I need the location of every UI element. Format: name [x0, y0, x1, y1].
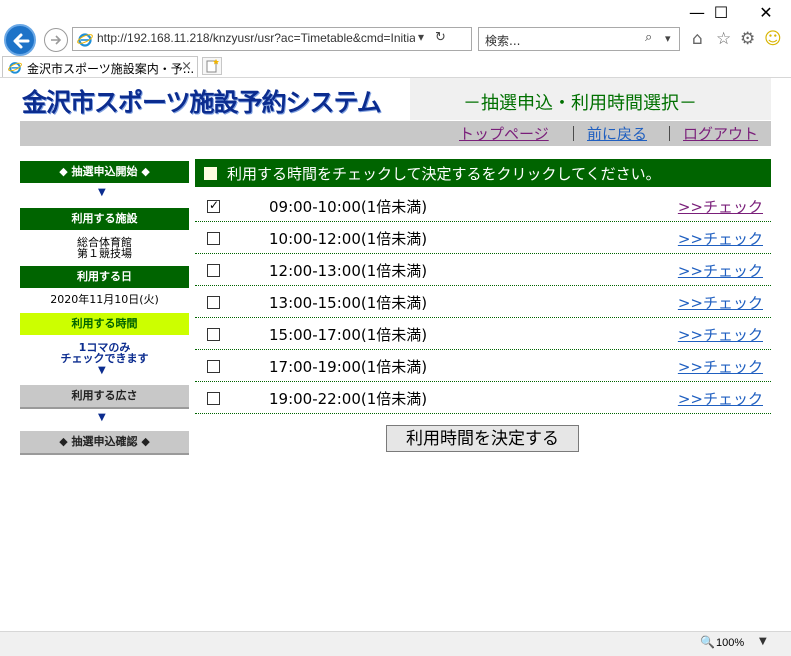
time-slot-row: 10:00-12:00(1倍未満) >>チェック: [195, 222, 771, 254]
nav-link-bar: [20, 121, 771, 146]
check-link[interactable]: >>チェック: [678, 196, 763, 217]
time-slot-label: 12:00-13:00(1倍未満): [269, 262, 428, 280]
forward-button[interactable]: [44, 28, 68, 52]
address-bar[interactable]: http://192.168.11.218/knzyusr/usr?ac=Tim…: [72, 27, 472, 51]
time-slot-label: 13:00-15:00(1倍未満): [269, 294, 428, 312]
sidebar-date-label: 利用する日: [20, 266, 189, 288]
time-slot-checkbox[interactable]: [207, 392, 220, 405]
nav-separator: ｜: [662, 125, 678, 143]
down-arrow-icon: ▼: [98, 365, 106, 376]
down-arrow-icon: ▼: [98, 412, 106, 423]
site-logo: 金沢市スポーツ施設予約システム: [22, 88, 382, 117]
search-input[interactable]: 検索...: [485, 32, 520, 49]
tab-close-icon[interactable]: ×: [181, 59, 192, 74]
sidebar-facility-label: 利用する施設: [20, 208, 189, 230]
star-icon[interactable]: ☆: [716, 29, 731, 49]
time-slot-row: 19:00-22:00(1倍未満) >>チェック: [195, 382, 771, 414]
search-box[interactable]: 検索... ⌕ ▾: [478, 27, 680, 51]
close-window-button[interactable]: ✕: [746, 2, 786, 24]
time-slot-checkbox[interactable]: [207, 328, 220, 341]
time-slot-row: 17:00-19:00(1倍未満) >>チェック: [195, 350, 771, 382]
gear-icon[interactable]: ⚙: [740, 29, 755, 49]
page-title: －抽選申込・利用時間選択－: [463, 93, 697, 114]
time-slot-row: 15:00-17:00(1倍未満) >>チェック: [195, 318, 771, 350]
time-slot-checkbox[interactable]: [207, 360, 220, 373]
time-slot-row: 12:00-13:00(1倍未満) >>チェック: [195, 254, 771, 286]
zoom-dropdown-icon[interactable]: ▼: [759, 636, 767, 647]
maximize-button[interactable]: ☐: [701, 2, 741, 24]
nav-separator: ｜: [566, 125, 582, 143]
search-dropdown-icon[interactable]: ▾: [665, 32, 671, 45]
instruction-text: 利用する時間をチェックして決定するをクリックしてください。: [227, 165, 661, 183]
dropdown-icon[interactable]: ▾: [418, 30, 424, 44]
sidebar-step-confirm: ◆ 抽選申込確認 ◆: [20, 431, 189, 455]
new-tab-button[interactable]: [202, 57, 222, 75]
back-button[interactable]: [4, 24, 36, 56]
time-slot-row: ✓ 09:00-10:00(1倍未満) >>チェック: [195, 190, 771, 222]
time-slot-checkbox[interactable]: ✓: [207, 198, 220, 213]
tab-title: 金沢市スポーツ施設案内・予...: [27, 62, 195, 76]
sidebar-area-label: 利用する広さ: [20, 385, 189, 409]
decide-time-button[interactable]: 利用時間を決定する: [386, 425, 579, 452]
check-link[interactable]: >>チェック: [678, 388, 763, 409]
down-arrow-icon: ▼: [98, 187, 106, 198]
time-slot-checkbox[interactable]: [207, 264, 220, 277]
sidebar-date-value: 2020年11月10日(火): [50, 293, 159, 306]
zoom-icon[interactable]: 🔍: [700, 635, 715, 649]
ie-logo-icon: [77, 33, 93, 47]
sidebar-facility-line2: 第１競技場: [77, 247, 132, 260]
sidebar-time-label: 利用する時間: [20, 313, 189, 335]
tab-bar: 金沢市スポーツ施設案内・予... ×: [0, 54, 791, 78]
window-titlebar: — ☐ ✕: [0, 0, 791, 24]
smiley-icon[interactable]: ☺: [764, 29, 782, 49]
refresh-icon[interactable]: ↻: [435, 30, 446, 45]
time-slot-label: 09:00-10:00(1倍未満): [269, 198, 428, 216]
zoom-level[interactable]: 100%: [716, 637, 744, 649]
home-icon[interactable]: ⌂: [692, 29, 703, 49]
browser-navbar: http://192.168.11.218/knzyusr/usr?ac=Tim…: [0, 24, 791, 56]
checkmark-icon: ✓: [209, 198, 220, 212]
sidebar-step-start: ◆ 抽選申込開始 ◆: [20, 161, 189, 183]
back-link[interactable]: 前に戻る: [587, 123, 647, 144]
time-slot-label: 15:00-17:00(1倍未満): [269, 326, 428, 344]
sidebar-time-note-line2: チェックできます: [60, 352, 149, 365]
time-slot-checkbox[interactable]: [207, 296, 220, 309]
search-icon[interactable]: ⌕: [645, 30, 652, 45]
time-slot-checkbox[interactable]: [207, 232, 220, 245]
check-link[interactable]: >>チェック: [678, 356, 763, 377]
check-link[interactable]: >>チェック: [678, 292, 763, 313]
time-slot-label: 19:00-22:00(1倍未満): [269, 390, 428, 408]
check-link[interactable]: >>チェック: [678, 260, 763, 281]
status-bar: 🔍 100% ▼: [0, 631, 791, 656]
tab-ie-icon: [8, 62, 22, 74]
square-bullet-icon: [204, 167, 217, 180]
instruction-header: 利用する時間をチェックして決定するをクリックしてください。: [195, 159, 771, 187]
time-slot-row: 13:00-15:00(1倍未満) >>チェック: [195, 286, 771, 318]
tab-current[interactable]: 金沢市スポーツ施設案内・予... ×: [2, 56, 198, 78]
check-link[interactable]: >>チェック: [678, 324, 763, 345]
back-arrow-icon: [13, 33, 30, 49]
address-url[interactable]: http://192.168.11.218/knzyusr/usr?ac=Tim…: [97, 31, 415, 45]
time-slot-label: 17:00-19:00(1倍未満): [269, 358, 428, 376]
new-tab-icon: [206, 59, 219, 73]
time-slot-label: 10:00-12:00(1倍未満): [269, 230, 428, 248]
forward-arrow-icon: [51, 35, 62, 45]
top-page-link[interactable]: トップページ: [459, 123, 549, 144]
check-link[interactable]: >>チェック: [678, 228, 763, 249]
logout-link[interactable]: ログアウト: [683, 123, 758, 144]
